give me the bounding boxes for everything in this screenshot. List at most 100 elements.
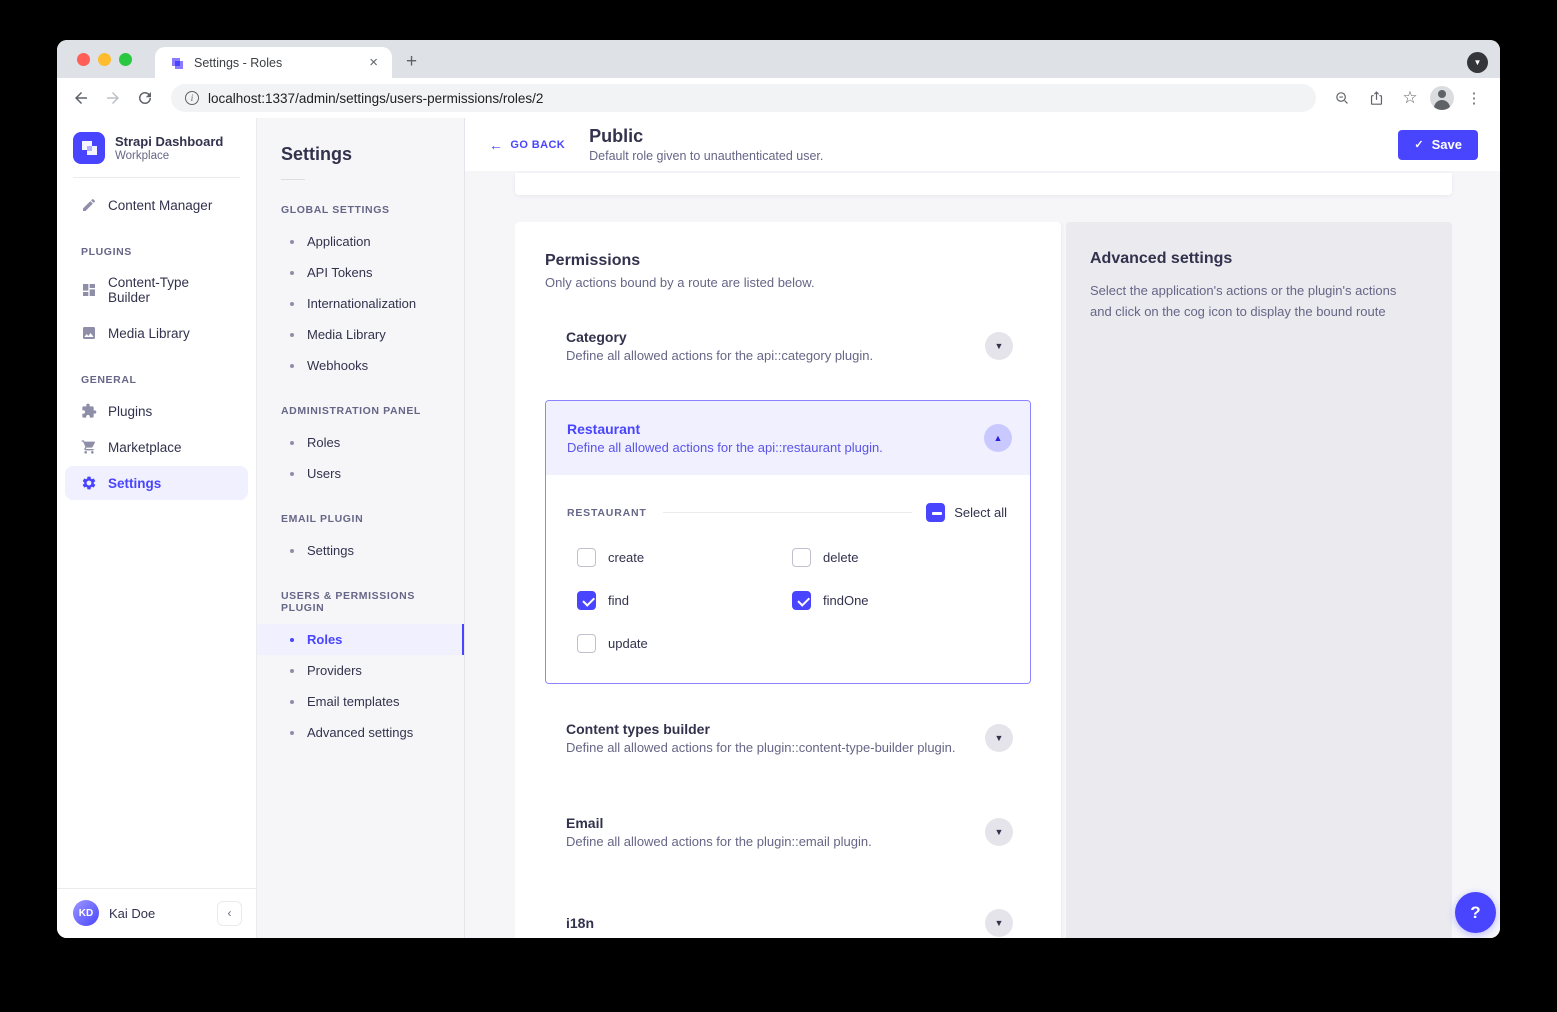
avatar[interactable]: KD	[73, 900, 99, 926]
bookmark-star-icon[interactable]: ☆	[1396, 84, 1424, 112]
sidebar-nav: Content Manager PLUGINS Content-Type Bui…	[57, 178, 256, 888]
forward-icon[interactable]	[99, 84, 127, 112]
chevron-down-icon[interactable]: ▼	[985, 818, 1013, 846]
go-back-link[interactable]: ← GO BACK	[489, 137, 565, 153]
checkbox[interactable]	[577, 548, 596, 567]
checkbox[interactable]	[792, 591, 811, 610]
role-details-card-bottom	[515, 173, 1452, 195]
share-icon[interactable]	[1362, 84, 1390, 112]
workspace-brand[interactable]: Strapi Dashboard Workplace	[57, 118, 256, 177]
page-header: ← GO BACK Public Default role given to u…	[465, 118, 1500, 171]
browser-tab[interactable]: Settings - Roles ×	[155, 47, 392, 78]
save-button[interactable]: ✓ Save	[1398, 130, 1478, 160]
sidebar-item-content-manager[interactable]: Content Manager	[65, 188, 248, 222]
subnav-item-webhooks[interactable]: Webhooks	[257, 350, 464, 381]
tab-close-icon[interactable]: ×	[365, 54, 382, 71]
checkbox[interactable]	[577, 591, 596, 610]
subnav-item-email-settings[interactable]: Settings	[257, 535, 464, 566]
subnav-section-admin-panel: ADMINISTRATION PANEL Roles Users	[257, 397, 464, 489]
accordion-email[interactable]: Email Define all allowed actions for the…	[545, 802, 1031, 862]
browser-window: Settings - Roles × + ▼ i localhost:1337/…	[57, 40, 1500, 938]
traffic-lights	[77, 53, 132, 66]
subnav-item-admin-roles[interactable]: Roles	[257, 427, 464, 458]
toolbar-actions: ☆ ⋮	[1328, 84, 1488, 112]
chevron-down-icon[interactable]: ▼	[985, 724, 1013, 752]
collapse-sidebar-button[interactable]: ‹	[217, 901, 242, 926]
browser-menu-icon[interactable]: ⋮	[1460, 84, 1488, 112]
advanced-settings-title: Advanced settings	[1090, 250, 1428, 268]
layout-icon	[81, 282, 97, 298]
close-window-button[interactable]	[77, 53, 90, 66]
accordion-list: Category Define all allowed actions for …	[545, 316, 1031, 938]
back-arrow-icon: ←	[489, 137, 503, 153]
workspace-title: Strapi Dashboard	[115, 134, 223, 150]
chevron-down-icon[interactable]: ▼	[985, 332, 1013, 360]
bullet-icon	[290, 364, 294, 368]
new-tab-button[interactable]: +	[406, 51, 417, 73]
subnav-heading: GLOBAL SETTINGS	[257, 196, 464, 226]
checkbox[interactable]	[792, 548, 811, 567]
accordion-restaurant: Restaurant Define all allowed actions fo…	[545, 400, 1031, 684]
help-button[interactable]: ?	[1455, 892, 1496, 933]
zoom-window-button[interactable]	[119, 53, 132, 66]
pen-icon	[81, 197, 97, 213]
chevron-up-icon[interactable]: ▲	[984, 424, 1012, 452]
page-info-icon[interactable]: i	[185, 91, 199, 105]
scroll-area[interactable]: Permissions Only actions bound by a rout…	[465, 171, 1500, 938]
chevron-down-icon[interactable]: ▼	[985, 909, 1013, 937]
subnav-item-api-tokens[interactable]: API Tokens	[257, 257, 464, 288]
permission-checkbox-delete[interactable]: delete	[792, 548, 1007, 567]
sidebar-item-content-type-builder[interactable]: Content-Type Builder	[65, 266, 248, 314]
zoom-out-icon[interactable]	[1328, 84, 1356, 112]
bullet-icon	[290, 240, 294, 244]
subnav-item-advanced-settings[interactable]: Advanced settings	[257, 717, 464, 748]
subnav-item-providers[interactable]: Providers	[257, 655, 464, 686]
sidebar-item-marketplace[interactable]: Marketplace	[65, 430, 248, 464]
subnav-item-admin-users[interactable]: Users	[257, 458, 464, 489]
subnav-heading: EMAIL PLUGIN	[257, 505, 464, 535]
page-subtitle: Default role given to unauthenticated us…	[589, 149, 1374, 163]
user-row: KD Kai Doe ‹	[57, 888, 256, 938]
subnav-item-application[interactable]: Application	[257, 226, 464, 257]
subnav-item-email-templates[interactable]: Email templates	[257, 686, 464, 717]
permission-checkbox-findone[interactable]: findOne	[792, 591, 1007, 610]
url-text[interactable]: localhost:1337/admin/settings/users-perm…	[208, 91, 543, 106]
divider	[663, 512, 913, 513]
back-icon[interactable]	[67, 84, 95, 112]
tab-search-icon[interactable]: ▼	[1467, 52, 1488, 73]
select-all-checkbox[interactable]	[926, 503, 945, 522]
bullet-icon	[290, 472, 294, 476]
page-title: Public	[589, 126, 1374, 148]
browser-profile-icon[interactable]	[1430, 86, 1454, 110]
permission-checkbox-update[interactable]: update	[577, 634, 792, 653]
gear-icon	[81, 475, 97, 491]
subnav-item-media-library[interactable]: Media Library	[257, 319, 464, 350]
accordion-category[interactable]: Category Define all allowed actions for …	[545, 316, 1031, 376]
tab-strip: Settings - Roles × + ▼	[57, 40, 1500, 78]
accordion-i18n[interactable]: i18n ▼	[545, 896, 1031, 938]
url-bar[interactable]: i localhost:1337/admin/settings/users-pe…	[171, 84, 1316, 112]
strapi-logo-icon	[73, 132, 105, 164]
permission-checkbox-find[interactable]: find	[577, 591, 792, 610]
bullet-icon	[290, 271, 294, 275]
reload-icon[interactable]	[131, 84, 159, 112]
accordion-content-types-builder[interactable]: Content types builder Define all allowed…	[545, 708, 1031, 768]
select-all-control[interactable]: Select all	[926, 503, 1007, 522]
bullet-icon	[290, 638, 294, 642]
checkbox[interactable]	[577, 634, 596, 653]
workspace-subtitle: Workplace	[115, 150, 223, 162]
accordion-restaurant-header[interactable]: Restaurant Define all allowed actions fo…	[546, 401, 1030, 475]
minimize-window-button[interactable]	[98, 53, 111, 66]
permission-checkbox-create[interactable]: create	[577, 548, 792, 567]
sidebar-item-label: Marketplace	[108, 440, 182, 455]
sidebar-item-media-library[interactable]: Media Library	[65, 316, 248, 350]
advanced-settings-description: Select the application's actions or the …	[1090, 281, 1420, 323]
page-title-block: Public Default role given to unauthentic…	[589, 126, 1374, 164]
panels-row: Permissions Only actions bound by a rout…	[515, 222, 1452, 938]
sidebar-item-label: Content Manager	[108, 198, 212, 213]
sidebar-item-settings[interactable]: Settings	[65, 466, 248, 500]
sidebar-item-plugins[interactable]: Plugins	[65, 394, 248, 428]
subnav-title: Settings	[257, 118, 464, 179]
subnav-item-internationalization[interactable]: Internationalization	[257, 288, 464, 319]
subnav-item-up-roles[interactable]: Roles	[257, 624, 464, 655]
